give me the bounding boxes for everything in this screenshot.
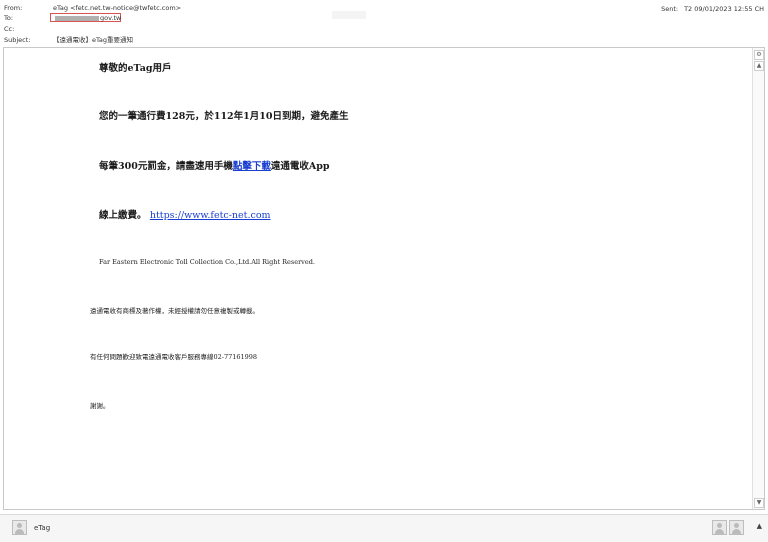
greeting: 尊敬的eTag用戶 xyxy=(99,63,172,74)
sent-label: Sent: xyxy=(661,5,679,13)
download-link[interactable]: 點擊下載 xyxy=(233,161,271,172)
body-line-3-text: 線上繳費。 xyxy=(99,210,147,221)
to-recipient[interactable]: gov.tw xyxy=(50,13,121,22)
sender-avatar-icon[interactable] xyxy=(12,520,27,535)
people-pane: eTag ▲ xyxy=(0,514,768,542)
body-line-2-text: 每筆300元罰金，請盡速用手機 xyxy=(99,161,233,172)
contact-text: 有任何問題歡迎致電遠通電收客戶服務專線02-77161998 xyxy=(90,353,258,361)
scroll-options-icon[interactable]: ⚙ xyxy=(754,50,764,60)
message-body[interactable]: 尊敬的eTag用戶 您的一筆通行費128元，於112年1月10日到期，避免產生 … xyxy=(3,47,765,510)
redaction-block xyxy=(55,16,99,21)
from-label: From: xyxy=(4,4,23,12)
from-value[interactable]: eTag <fetc.net.tw-notice@twfetc.com> xyxy=(53,3,181,13)
cc-label: Cc: xyxy=(4,25,15,33)
sent-value: T2 09/01/2023 12:55 CH xyxy=(684,5,764,13)
sender-name[interactable]: eTag xyxy=(34,524,50,532)
body-line-1: 您的一筆通行費128元，於112年1月10日到期，避免產生 xyxy=(99,111,349,122)
scroll-up-icon[interactable]: ▲ xyxy=(754,61,764,71)
body-line-2-suffix: 遠通電收App xyxy=(270,161,330,172)
subject-label: Subject: xyxy=(4,36,31,44)
website-link[interactable]: https://www.fetc-net.com xyxy=(150,210,271,221)
contact-avatar-icon[interactable] xyxy=(712,520,727,535)
to-label: To: xyxy=(4,14,14,22)
thanks-text: 謝謝。 xyxy=(90,402,110,410)
contact-avatar-icon[interactable] xyxy=(729,520,744,535)
to-value: gov.tw xyxy=(100,14,122,22)
body-line-2: 每筆300元罰金，請盡速用手機點擊下載遠通電收App xyxy=(99,158,330,172)
body-line-3: 線上繳費。 https://www.fetc-net.com xyxy=(99,207,271,221)
trademark-text: 遠通電收有商標及著作權，未經授權請勿任意複製或轉載。 xyxy=(90,307,259,315)
redaction-block xyxy=(332,11,366,19)
expand-pane-icon[interactable]: ▲ xyxy=(757,522,762,530)
sent-info: Sent: T2 09/01/2023 12:55 CH xyxy=(661,5,764,13)
subject-value: 【遠通電收】eTag重要通知 xyxy=(53,36,134,44)
message-header: From: eTag <fetc.net.tw-notice@twfetc.co… xyxy=(0,0,768,47)
copyright-text: Far Eastern Electronic Toll Collection C… xyxy=(99,258,315,266)
vertical-scrollbar[interactable]: ⚙ ▲ ▼ xyxy=(752,48,764,509)
scroll-down-icon[interactable]: ▼ xyxy=(754,498,764,508)
